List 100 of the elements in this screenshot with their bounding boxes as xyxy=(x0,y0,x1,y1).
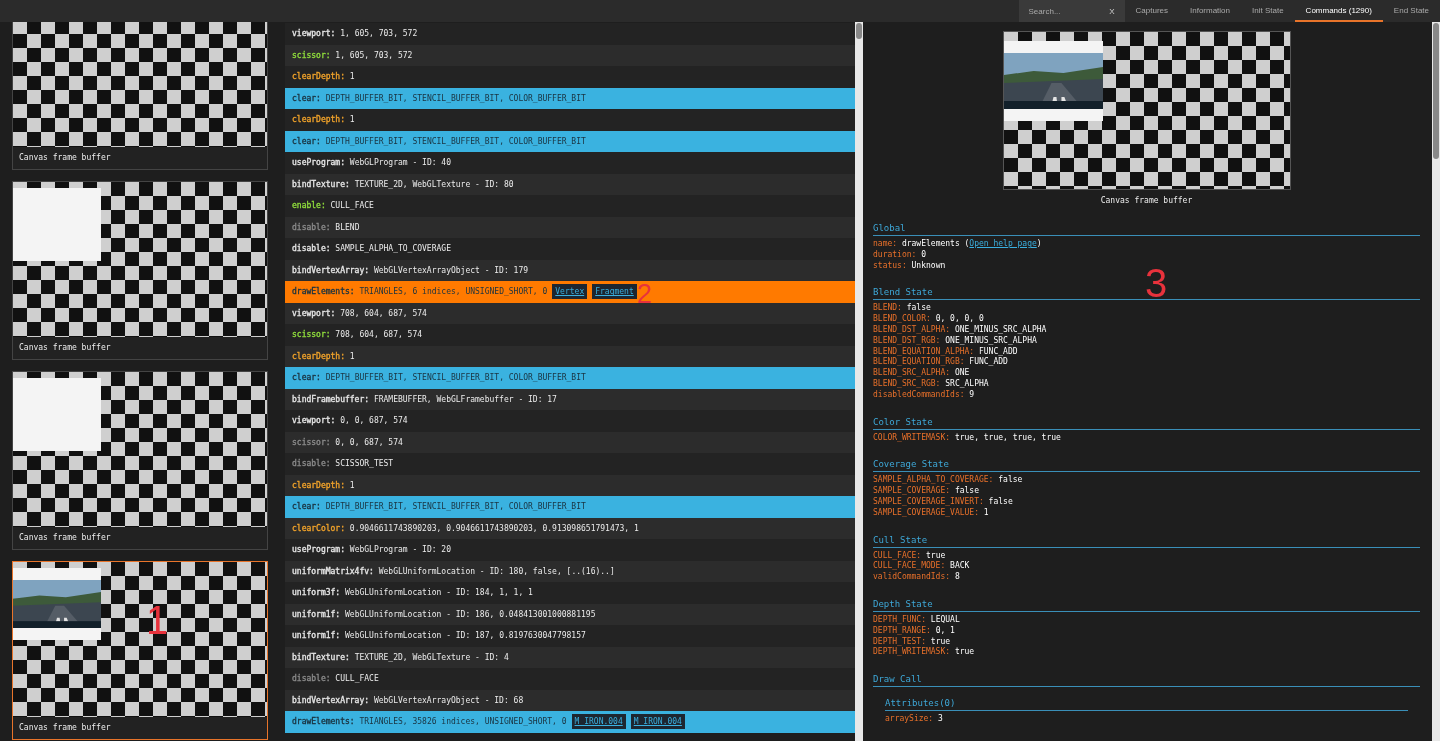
command-text: enable: CULL_FACE xyxy=(292,201,374,211)
command-text: drawElements: TRIANGLES, 35826 indices, UNSIGNED_SHORT, 0 xyxy=(292,717,567,727)
command-row[interactable]: disable: CULL_FACE xyxy=(285,668,855,690)
capture-label: Canvas frame buffer xyxy=(18,722,112,734)
property-line: BLEND_SRC_ALPHA: ONE xyxy=(873,368,971,379)
command-text: clearDepth: 1 xyxy=(292,351,355,361)
command-row[interactable]: clearColor: 0.9046611743890203, 0.9046611743890203, 0.913098651791473, 1 xyxy=(285,517,855,539)
search-field[interactable]: Search... X xyxy=(1018,0,1125,22)
command-text: uniformMatrix4fv: WebGLUniformLocation - ID: 180, false, [..(16)..] xyxy=(292,566,615,576)
command-row[interactable]: clearDepth: 1 xyxy=(285,109,855,131)
command-text: useProgram: WebGLProgram - ID: 20 xyxy=(292,545,451,555)
property-line: BLEND_DST_RGB: ONE_MINUS_SRC_ALPHA xyxy=(873,335,1038,347)
property-line: DEPTH_WRITEMASK: true xyxy=(873,647,976,659)
command-text: scissor: 0, 0, 687, 574 xyxy=(292,437,403,447)
command-row[interactable]: bindTexture: TEXTURE_2D, WebGLTexture - ID: 80 xyxy=(285,173,855,195)
property-line: BLEND_DST_ALPHA: ONE_MINUS_SRC_ALPHA xyxy=(873,325,1048,336)
capture-label: Canvas frame buffer xyxy=(18,342,112,354)
command-row[interactable]: bindFramebuffer: FRAMEBUFFER, WebGLFramebuffer - ID: 17 xyxy=(285,388,855,410)
shader-link[interactable]: M_IRON.004 xyxy=(630,714,685,730)
command-text: clearColor: 0.9046611743890203, 0.9046611743890203, 0.913098651791473, 1 xyxy=(292,523,639,533)
section-title: Global xyxy=(873,223,1420,237)
property-line: BLEND_SRC_RGB: SRC_ALPHA xyxy=(873,379,990,390)
command-text: uniform1f: WebGLUniformLocation - ID: 186, 0.048413001000881195 xyxy=(292,609,596,619)
command-row[interactable]: scissor: 708, 604, 687, 574 xyxy=(285,324,855,346)
command-row[interactable]: clearDepth: 1 xyxy=(285,345,855,367)
section-title: Color State xyxy=(873,416,1420,430)
capture-card[interactable]: Canvas frame buffer xyxy=(12,22,268,170)
command-text: disable: SCISSOR_TEST xyxy=(292,459,394,469)
command-text: bindTexture: TEXTURE_2D, WebGLTexture - ID: 4 xyxy=(292,652,509,662)
command-text: scissor: 1, 605, 703, 572 xyxy=(292,50,413,60)
property-line: DEPTH_TEST: true xyxy=(873,636,952,647)
property-line: SAMPLE_COVERAGE: false xyxy=(873,486,980,497)
command-text: scissor: 708, 604, 687, 574 xyxy=(292,330,423,340)
command-text: bindTexture: TEXTURE_2D, WebGLTexture - ID: 80 xyxy=(292,179,514,189)
command-text: uniform1f: WebGLUniformLocation - ID: 187, 0.8197630047798157 xyxy=(292,631,586,641)
property-line: DEPTH_RANGE: 0, 1 xyxy=(873,625,956,637)
command-row[interactable]: uniform1f: WebGLUniformLocation - ID: 187, 0.8197630047798157 xyxy=(285,625,855,647)
command-row[interactable]: useProgram: WebGLProgram - ID: 20 xyxy=(285,539,855,561)
capture-card[interactable]: Canvas frame buffer xyxy=(12,371,268,550)
command-row[interactable]: enable: CULL_FACE xyxy=(285,195,855,217)
section-title: Depth State xyxy=(873,599,1420,612)
property-line: SAMPLE_COVERAGE_INVERT: false xyxy=(873,497,1014,508)
property-line: SAMPLE_ALPHA_TO_COVERAGE: false xyxy=(873,475,1024,486)
section-title: Coverage State xyxy=(873,459,1420,473)
command-row[interactable]: viewport: 1, 605, 703, 572 xyxy=(285,23,855,45)
command-text: bindVertexArray: WebGLVertexArrayObject - ID: 179 xyxy=(292,265,528,275)
command-text: clear: DEPTH_BUFFER_BIT, STENCIL_BUFFER_BIT, COLOR_BUFFER_BIT xyxy=(292,502,586,512)
property-line: arraySize: 3 xyxy=(885,714,944,725)
property-line: BLEND: false xyxy=(873,303,932,314)
command-text: uniform3f: WebGLUniformLocation - ID: 184, 1, 1, 1 xyxy=(292,588,533,598)
command-row[interactable]: bindVertexArray: WebGLVertexArrayObject - ID: 179 xyxy=(285,259,855,281)
shader-link[interactable]: Vertex xyxy=(552,284,588,300)
shader-link[interactable]: Fragment xyxy=(592,284,637,300)
property-line: CULL_FACE_MODE: BACK xyxy=(873,561,971,572)
command-row[interactable]: viewport: 708, 604, 687, 574 xyxy=(285,302,855,324)
command-text: clear: DEPTH_BUFFER_BIT, STENCIL_BUFFER_BIT, COLOR_BUFFER_BIT xyxy=(292,373,586,383)
command-text: clear: DEPTH_BUFFER_BIT, STENCIL_BUFFER_BIT, COLOR_BUFFER_BIT xyxy=(292,136,586,146)
property-line: BLEND_COLOR: 0, 0, 0, 0 xyxy=(873,314,985,325)
command-text: bindFramebuffer: FRAMEBUFFER, WebGLFramebuffer - ID: 17 xyxy=(292,394,557,404)
command-row[interactable]: uniformMatrix4fv: WebGLUniformLocation - ID: 180, false, [..(16)..] xyxy=(285,560,855,582)
capture-label: Canvas frame buffer xyxy=(18,532,112,544)
scrollbar[interactable] xyxy=(1432,22,1440,741)
command-row[interactable]: scissor: 1, 605, 703, 572 xyxy=(285,44,855,66)
command-row[interactable]: viewport: 0, 0, 687, 574 xyxy=(285,410,855,432)
property-line: duration: 0 xyxy=(873,249,927,261)
command-row[interactable]: clear: DEPTH_BUFFER_BIT, STENCIL_BUFFER_BIT, COLOR_BUFFER_BIT xyxy=(285,130,855,152)
section-title: Draw Call xyxy=(873,674,1420,688)
command-text: disable: CULL_FACE xyxy=(292,674,379,684)
capture-card[interactable]: Canvas frame buffer xyxy=(12,181,268,360)
command-row[interactable]: clear: DEPTH_BUFFER_BIT, STENCIL_BUFFER_BIT, COLOR_BUFFER_BIT xyxy=(285,87,855,109)
command-row[interactable]: bindVertexArray: WebGLVertexArrayObject - ID: 68 xyxy=(285,689,855,711)
property-line: CULL_FACE: true xyxy=(873,550,947,561)
command-row[interactable]: disable: BLEND xyxy=(285,216,855,238)
property-line: COLOR_WRITEMASK: true, true, true, true xyxy=(873,432,1062,444)
command-row[interactable]: uniform3f: WebGLUniformLocation - ID: 184, 1, 1, 1 xyxy=(285,582,855,604)
command-row[interactable]: scissor: 0, 0, 687, 574 xyxy=(285,431,855,453)
command-text: clearDepth: 1 xyxy=(292,115,355,125)
capture-label: Canvas frame buffer xyxy=(18,152,112,164)
command-row[interactable]: clearDepth: 1 xyxy=(285,66,855,88)
clear-search-button[interactable]: X xyxy=(1109,6,1115,16)
property-line: status: Unknown xyxy=(873,260,947,272)
command-row[interactable]: clearDepth: 1 xyxy=(285,474,855,496)
command-row[interactable]: useProgram: WebGLProgram - ID: 40 xyxy=(285,152,855,174)
command-text: viewport: 0, 0, 687, 574 xyxy=(292,416,408,426)
command-row[interactable]: uniform1f: WebGLUniformLocation - ID: 186, 0.048413001000881195 xyxy=(285,603,855,625)
property-line: SAMPLE_COVERAGE_VALUE: 1 xyxy=(873,507,990,519)
command-text: drawElements: TRIANGLES, 6 indices, UNSIGNED_SHORT, 0 xyxy=(292,287,548,297)
shader-link[interactable]: M_IRON.004 xyxy=(571,714,626,730)
command-text: viewport: 1, 605, 703, 572 xyxy=(292,29,418,39)
command-row[interactable]: clear: DEPTH_BUFFER_BIT, STENCIL_BUFFER_BIT, COLOR_BUFFER_BIT xyxy=(285,496,855,518)
command-text: disable: BLEND xyxy=(292,222,360,232)
command-row[interactable]: drawElements: TRIANGLES, 35826 indices, UNSIGNED_SHORT, 0 M_IRON.004 M_IRON.004 xyxy=(285,711,855,733)
command-row[interactable]: bindTexture: TEXTURE_2D, WebGLTexture - ID: 4 xyxy=(285,646,855,668)
help-link[interactable]: Open help page xyxy=(969,239,1037,249)
command-row[interactable]: clear: DEPTH_BUFFER_BIT, STENCIL_BUFFER_BIT, COLOR_BUFFER_BIT xyxy=(285,367,855,389)
property-line: validCommandIds: 8 xyxy=(873,572,961,583)
command-text: bindVertexArray: WebGLVertexArrayObject - ID: 68 xyxy=(292,695,524,705)
command-row[interactable]: disable: SAMPLE_ALPHA_TO_COVERAGE xyxy=(285,238,855,260)
command-row[interactable]: disable: SCISSOR_TEST xyxy=(285,453,855,475)
scrollbar[interactable] xyxy=(855,22,863,741)
